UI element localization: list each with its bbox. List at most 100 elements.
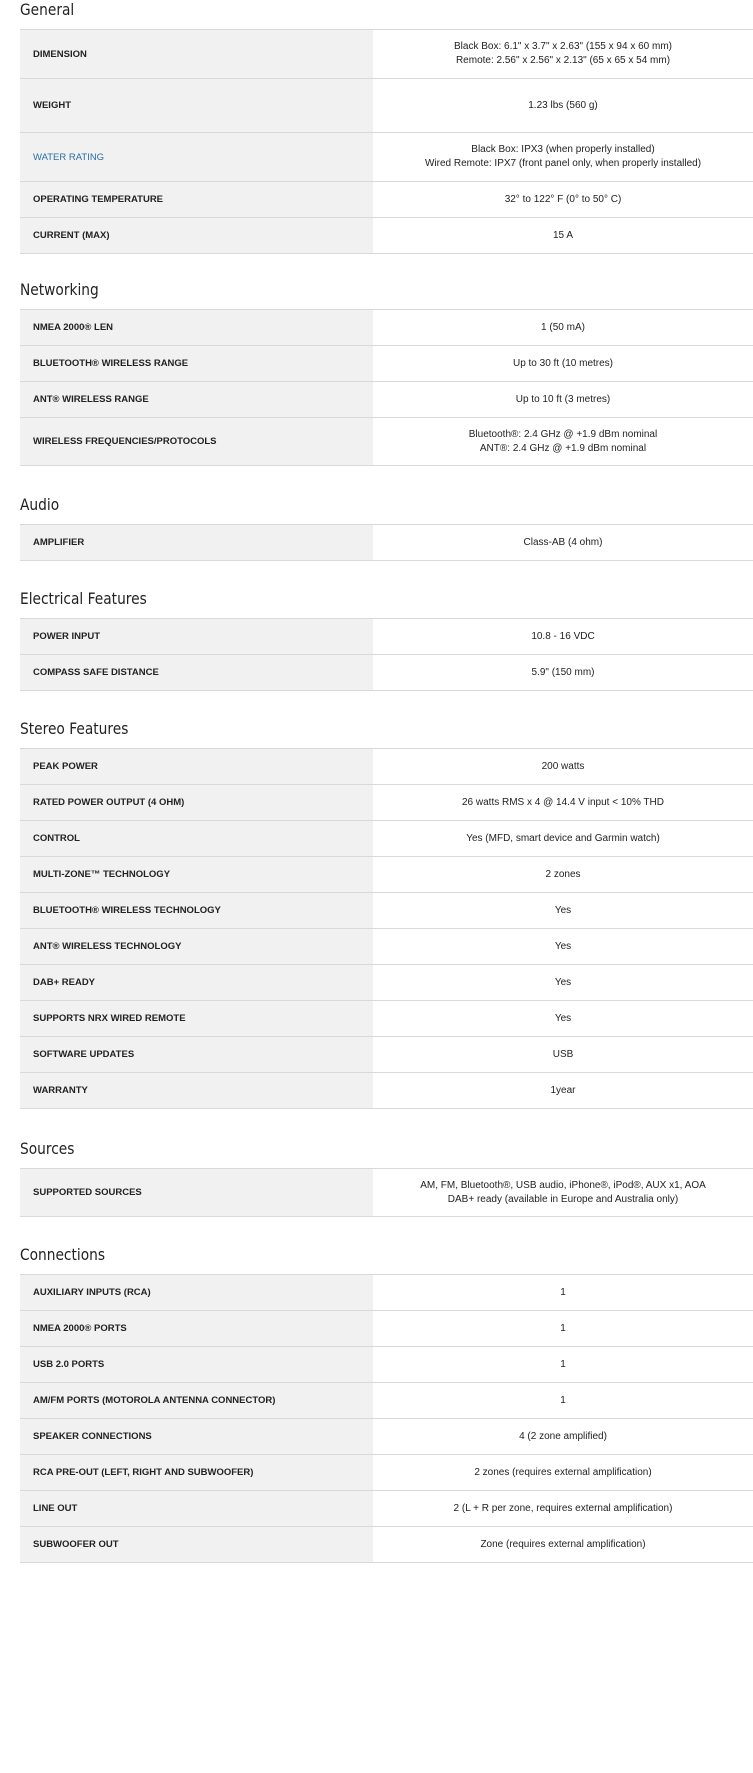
section-electrical-features: Electrical Features POWER INPUT 10.8 - 16 … — [20, 589, 753, 691]
spec-value-line: 10.8 - 16 VDC — [531, 630, 595, 642]
spec-value: USB — [373, 1037, 753, 1072]
spec-label: PEAK POWER — [20, 749, 373, 784]
spec-value-line: DAB+ ready (available in Europe and Aust… — [447, 1193, 679, 1205]
spec-row: MULTI-ZONE™ TECHNOLOGY 2 zones — [20, 857, 753, 893]
spec-label: WIRELESS FREQUENCIES/PROTOCOLS — [20, 418, 373, 465]
spec-label: ANT® WIRELESS RANGE — [20, 382, 373, 417]
spec-label: BLUETOOTH® WIRELESS RANGE — [20, 346, 373, 381]
spec-label: COMPASS SAFE DISTANCE — [20, 655, 373, 690]
spec-value: Yes — [373, 893, 753, 928]
spec-value-line: Yes — [554, 940, 572, 952]
section-title: Electrical Features — [20, 589, 147, 608]
spec-row: SUBWOOFER OUT Zone (requires external amp… — [20, 1527, 753, 1563]
spec-value-line: AM, FM, Bluetooth®, USB audio, iPhone®, … — [420, 1179, 706, 1191]
spec-value: Black Box: 6.1" x 3.7" x 2.63" (155 x 94… — [373, 30, 753, 78]
section-general: General DIMENSION Black Box: 6.1" x 3.7" x… — [20, 0, 753, 254]
section-networking: Networking NMEA 2000® LEN 1 (50 mA) BLUETOO… — [20, 280, 753, 466]
spec-label: CONTROL — [20, 821, 373, 856]
spec-row: AMPLIFIER Class-AB (4 ohm) — [20, 525, 753, 561]
spec-label: MULTI-ZONE™ TECHNOLOGY — [20, 857, 373, 892]
spec-value-line: Yes — [554, 904, 572, 916]
spec-value-line: Black Box: IPX3 (when properly installed… — [471, 144, 655, 155]
spec-label: AMPLIFIER — [20, 525, 373, 560]
spec-row: BLUETOOTH® WIRELESS TECHNOLOGY Yes — [20, 893, 753, 929]
spec-value: 15 A — [373, 218, 753, 253]
spec-label: DIMENSION — [20, 30, 373, 78]
spec-value: Bluetooth®: 2.4 GHz @ +1.9 dBm nominal AN… — [373, 418, 753, 465]
spec-table: DIMENSION Black Box: 6.1" x 3.7" x 2.63" … — [20, 29, 753, 254]
spec-row: NMEA 2000® PORTS 1 — [20, 1311, 753, 1347]
spec-label: SUBWOOFER OUT — [20, 1527, 373, 1562]
spec-label: NMEA 2000® LEN — [20, 310, 373, 345]
spec-row: CONTROL Yes (MFD, smart device and Garmin… — [20, 821, 753, 857]
spec-label-link[interactable]: WATER RATING — [20, 133, 373, 181]
spec-value-line: Remote: 2.56" x 2.56" x 2.13" (65 x 65 x… — [455, 55, 671, 66]
spec-value: Class-AB (4 ohm) — [373, 525, 753, 560]
spec-value: 10.8 - 16 VDC — [373, 619, 753, 654]
spec-row: COMPASS SAFE DISTANCE 5.9" (150 mm) — [20, 655, 753, 691]
spec-row: SUPPORTED SOURCES AM, FM, Bluetooth®, USB… — [20, 1169, 753, 1217]
spec-value-line: 32° to 122° F (0° to 50° C) — [504, 193, 622, 205]
spec-value-line: ANT®: 2.4 GHz @ +1.9 dBm nominal — [479, 442, 647, 454]
section-connections: Connections AUXILIARY INPUTS (RCA) 1 NMEA 2… — [20, 1245, 753, 1563]
spec-value: 4 (2 zone amplified) — [373, 1419, 753, 1454]
spec-value-line: USB — [552, 1048, 574, 1060]
spec-label: NMEA 2000® PORTS — [20, 1311, 373, 1346]
spec-value-line: 1 (50 mA) — [541, 321, 585, 333]
spec-row: AUXILIARY INPUTS (RCA) 1 — [20, 1275, 753, 1311]
spec-label: SUPPORTS NRX WIRED REMOTE — [20, 1001, 373, 1036]
spec-table: AUXILIARY INPUTS (RCA) 1 NMEA 2000® PORTS 1… — [20, 1274, 753, 1563]
spec-label: ANT® WIRELESS TECHNOLOGY — [20, 929, 373, 964]
spec-value-line: 1.23 lbs (560 g) — [528, 99, 598, 111]
section-title: Networking — [20, 280, 99, 299]
spec-value-line: 5.9" (150 mm) — [531, 666, 595, 678]
spec-value-line: Yes (MFD, smart device and Garmin watch) — [466, 832, 660, 844]
spec-row: SPEAKER CONNECTIONS 4 (2 zone amplified) — [20, 1419, 753, 1455]
spec-value: 32° to 122° F (0° to 50° C) — [373, 182, 753, 217]
spec-label: BLUETOOTH® WIRELESS TECHNOLOGY — [20, 893, 373, 928]
spec-label: WARRANTY — [20, 1073, 373, 1108]
spec-label: DAB+ READY — [20, 965, 373, 1000]
spec-label: SOFTWARE UPDATES — [20, 1037, 373, 1072]
spec-value: Yes — [373, 1001, 753, 1036]
spec-value: Yes — [373, 965, 753, 1000]
spec-value: AM, FM, Bluetooth®, USB audio, iPhone®, … — [373, 1169, 753, 1216]
spec-row: SOFTWARE UPDATES USB — [20, 1037, 753, 1073]
spec-value-line: Zone (requires external amplification) — [480, 1538, 646, 1550]
spec-table: AMPLIFIER Class-AB (4 ohm) — [20, 524, 753, 561]
section-audio: Audio AMPLIFIER Class-AB (4 ohm) — [20, 495, 753, 561]
spec-value: Zone (requires external amplification) — [373, 1527, 753, 1562]
spec-value-line: 1 — [560, 1322, 566, 1334]
section-stereo-features: Stereo Features PEAK POWER 200 watts RATED … — [20, 719, 753, 1109]
spec-value: Yes (MFD, smart device and Garmin watch) — [373, 821, 753, 856]
section-title: General — [20, 0, 75, 19]
spec-row: POWER INPUT 10.8 - 16 VDC — [20, 619, 753, 655]
spec-value: 1 — [373, 1347, 753, 1382]
spec-row: LINE OUT 2 (L + R per zone, requires exte… — [20, 1491, 753, 1527]
spec-value: 5.9" (150 mm) — [373, 655, 753, 690]
spec-value: 1year — [373, 1073, 753, 1108]
spec-value-line: 1 — [560, 1358, 566, 1370]
spec-value-line: 1year — [550, 1084, 576, 1096]
spec-row: WIRELESS FREQUENCIES/PROTOCOLS Bluetooth®… — [20, 418, 753, 466]
spec-value-line: Up to 10 ft (3 metres) — [515, 393, 611, 405]
spec-label: RATED POWER OUTPUT (4 OHM) — [20, 785, 373, 820]
spec-table: POWER INPUT 10.8 - 16 VDC COMPASS SAFE DIS… — [20, 618, 753, 691]
spec-label: SUPPORTED SOURCES — [20, 1169, 373, 1216]
spec-value: 1.23 lbs (560 g) — [373, 79, 753, 132]
spec-label: AUXILIARY INPUTS (RCA) — [20, 1275, 373, 1310]
spec-label: POWER INPUT — [20, 619, 373, 654]
spec-value-line: 2 zones — [545, 868, 581, 880]
spec-row: ANT® WIRELESS RANGE Up to 10 ft (3 metres… — [20, 382, 753, 418]
spec-value: 1 — [373, 1383, 753, 1418]
spec-row: RATED POWER OUTPUT (4 OHM) 26 watts RMS x… — [20, 785, 753, 821]
spec-row: WEIGHT 1.23 lbs (560 g) — [20, 79, 753, 133]
spec-value-line: Bluetooth®: 2.4 GHz @ +1.9 dBm nominal — [468, 428, 658, 440]
spec-label: LINE OUT — [20, 1491, 373, 1526]
spec-value-line: 2 zones (requires external amplification… — [474, 1466, 652, 1478]
spec-value: 2 (L + R per zone, requires external amp… — [373, 1491, 753, 1526]
spec-row: BLUETOOTH® WIRELESS RANGE Up to 30 ft (10… — [20, 346, 753, 382]
spec-value: 1 — [373, 1311, 753, 1346]
spec-value-line: 26 watts RMS x 4 @ 14.4 V input < 10% TH… — [461, 796, 664, 808]
spec-value: 1 (50 mA) — [373, 310, 753, 345]
